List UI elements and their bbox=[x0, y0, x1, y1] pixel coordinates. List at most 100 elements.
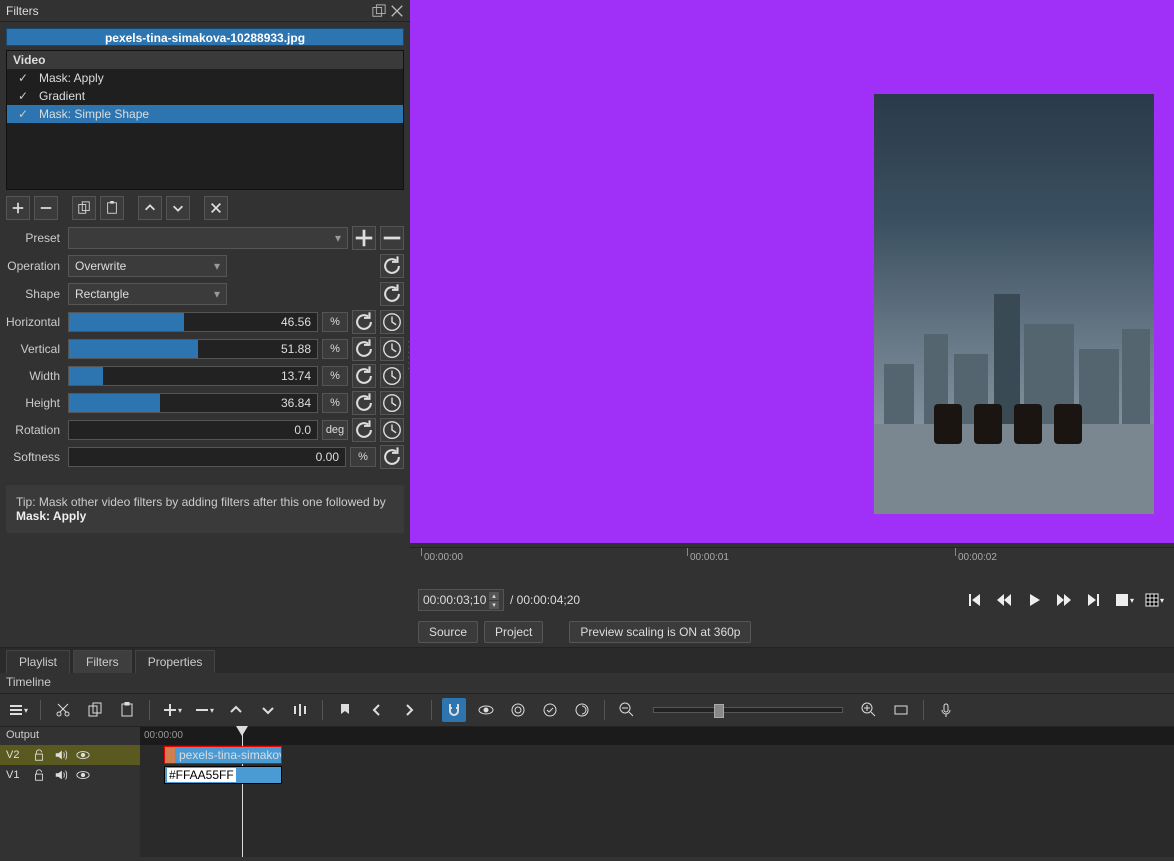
snap-button[interactable] bbox=[442, 698, 466, 722]
source-tab[interactable]: Source bbox=[418, 621, 478, 643]
vertical-slider[interactable]: 51.88 bbox=[68, 339, 318, 359]
height-keyframe-button[interactable] bbox=[380, 391, 404, 415]
filter-item-mask-simple-shape[interactable]: ✓ Mask: Simple Shape bbox=[7, 105, 403, 123]
record-audio-button[interactable] bbox=[934, 698, 958, 722]
preview-image bbox=[874, 94, 1154, 514]
hide-icon[interactable] bbox=[76, 748, 90, 762]
zoom-in-button[interactable] bbox=[857, 698, 881, 722]
check-icon: ✓ bbox=[17, 71, 29, 85]
remove-filter-button[interactable] bbox=[34, 196, 58, 220]
shape-reset-button[interactable] bbox=[380, 282, 404, 306]
lift-button[interactable] bbox=[224, 698, 248, 722]
tab-filters[interactable]: Filters bbox=[73, 650, 132, 673]
zoom-slider[interactable] bbox=[653, 707, 843, 713]
track-v1-header[interactable]: V1 bbox=[0, 765, 140, 785]
next-marker-button[interactable] bbox=[397, 698, 421, 722]
clip-filename: pexels-tina-simakova-10288933.jpg bbox=[6, 28, 404, 46]
copy-button[interactable] bbox=[83, 698, 107, 722]
lock-icon[interactable] bbox=[32, 768, 46, 782]
filter-item-gradient[interactable]: ✓ Gradient bbox=[7, 87, 403, 105]
tc-down-icon[interactable]: ▾ bbox=[489, 601, 499, 609]
rotation-label: Rotation bbox=[6, 423, 64, 437]
rotation-reset-button[interactable] bbox=[352, 418, 376, 442]
grid-button[interactable]: ▾ bbox=[1142, 588, 1166, 612]
tc-up-icon[interactable]: ▴ bbox=[489, 592, 499, 600]
paste-filter-button[interactable] bbox=[100, 196, 124, 220]
ripple-all-button[interactable] bbox=[538, 698, 562, 722]
split-button[interactable] bbox=[288, 698, 312, 722]
preview-time-ruler[interactable]: 00:00:00 00:00:01 00:00:02 bbox=[410, 547, 1174, 583]
deselect-button[interactable] bbox=[204, 196, 228, 220]
preset-combo[interactable]: ▾ bbox=[68, 227, 348, 249]
clip-v2[interactable]: pexels-tina-simakova bbox=[164, 746, 282, 764]
horizontal-keyframe-button[interactable] bbox=[380, 310, 404, 334]
splitter-handle[interactable]: ······ bbox=[403, 340, 414, 372]
width-slider[interactable]: 13.74 bbox=[68, 366, 318, 386]
filter-item-label: Gradient bbox=[39, 89, 85, 103]
preset-delete-button[interactable] bbox=[380, 226, 404, 250]
scrub-button[interactable] bbox=[474, 698, 498, 722]
timeline-body[interactable]: 00:00:00 pexels-tina-simakova #FFAA55FF bbox=[140, 727, 1174, 857]
vertical-reset-button[interactable] bbox=[352, 337, 376, 361]
close-panel-icon[interactable] bbox=[390, 4, 404, 18]
width-keyframe-button[interactable] bbox=[380, 364, 404, 388]
height-slider[interactable]: 36.84 bbox=[68, 393, 318, 413]
prev-marker-button[interactable] bbox=[365, 698, 389, 722]
shape-combo[interactable]: Rectangle▾ bbox=[68, 283, 227, 305]
project-tab[interactable]: Project bbox=[484, 621, 543, 643]
skip-start-button[interactable] bbox=[962, 588, 986, 612]
ripple-button[interactable] bbox=[506, 698, 530, 722]
horizontal-reset-button[interactable] bbox=[352, 310, 376, 334]
ripple-delete-button[interactable]: ▾ bbox=[192, 698, 216, 722]
cut-button[interactable] bbox=[51, 698, 75, 722]
zoom-fit-timeline-button[interactable] bbox=[889, 698, 913, 722]
filter-item-label: Mask: Apply bbox=[39, 71, 104, 85]
mute-icon[interactable] bbox=[54, 748, 68, 762]
horizontal-slider[interactable]: 46.56 bbox=[68, 312, 318, 332]
operation-combo[interactable]: Overwrite▾ bbox=[68, 255, 227, 277]
filter-item-mask-apply[interactable]: ✓ Mask: Apply bbox=[7, 69, 403, 87]
rotation-keyframe-button[interactable] bbox=[380, 418, 404, 442]
timeline-menu-button[interactable]: ▾ bbox=[6, 698, 30, 722]
forward-button[interactable] bbox=[1052, 588, 1076, 612]
mute-icon[interactable] bbox=[54, 768, 68, 782]
softness-reset-button[interactable] bbox=[380, 445, 404, 469]
move-down-button[interactable] bbox=[166, 196, 190, 220]
add-filter-button[interactable] bbox=[6, 196, 30, 220]
track-v2-header[interactable]: V2 bbox=[0, 745, 140, 765]
play-button[interactable] bbox=[1022, 588, 1046, 612]
softness-slider[interactable]: 0.00 bbox=[68, 447, 346, 467]
overwrite-button[interactable] bbox=[256, 698, 280, 722]
horizontal-unit: % bbox=[322, 312, 348, 332]
timecode-input[interactable]: 00:00:03;10 ▴▾ bbox=[418, 589, 504, 611]
height-reset-button[interactable] bbox=[352, 391, 376, 415]
preset-save-button[interactable] bbox=[352, 226, 376, 250]
timeline-ruler[interactable]: 00:00:00 bbox=[140, 727, 1174, 745]
detach-icon[interactable] bbox=[372, 4, 386, 18]
softness-unit: % bbox=[350, 447, 376, 467]
lock-icon[interactable] bbox=[32, 748, 46, 762]
copy-filter-button[interactable] bbox=[72, 196, 96, 220]
hide-icon[interactable] bbox=[76, 768, 90, 782]
rotation-slider[interactable]: 0.0 bbox=[68, 420, 318, 440]
operation-reset-button[interactable] bbox=[380, 254, 404, 278]
paste-button[interactable] bbox=[115, 698, 139, 722]
clip-v1[interactable]: #FFAA55FF bbox=[164, 766, 282, 784]
preview-area[interactable] bbox=[410, 0, 1174, 543]
move-up-button[interactable] bbox=[138, 196, 162, 220]
marker-button[interactable] bbox=[333, 698, 357, 722]
filter-list[interactable]: Video ✓ Mask: Apply ✓ Gradient ✓ Mask: S… bbox=[6, 50, 404, 190]
ripple-markers-button[interactable] bbox=[570, 698, 594, 722]
append-button[interactable]: ▾ bbox=[160, 698, 184, 722]
width-reset-button[interactable] bbox=[352, 364, 376, 388]
tab-playlist[interactable]: Playlist bbox=[6, 650, 70, 673]
zoom-fit-button[interactable]: ▾ bbox=[1112, 588, 1136, 612]
vertical-keyframe-button[interactable] bbox=[380, 337, 404, 361]
width-unit: % bbox=[322, 366, 348, 386]
skip-end-button[interactable] bbox=[1082, 588, 1106, 612]
preview-scaling-button[interactable]: Preview scaling is ON at 360p bbox=[569, 621, 751, 643]
rewind-button[interactable] bbox=[992, 588, 1016, 612]
check-icon: ✓ bbox=[17, 89, 29, 103]
tab-properties[interactable]: Properties bbox=[135, 650, 216, 673]
zoom-out-button[interactable] bbox=[615, 698, 639, 722]
